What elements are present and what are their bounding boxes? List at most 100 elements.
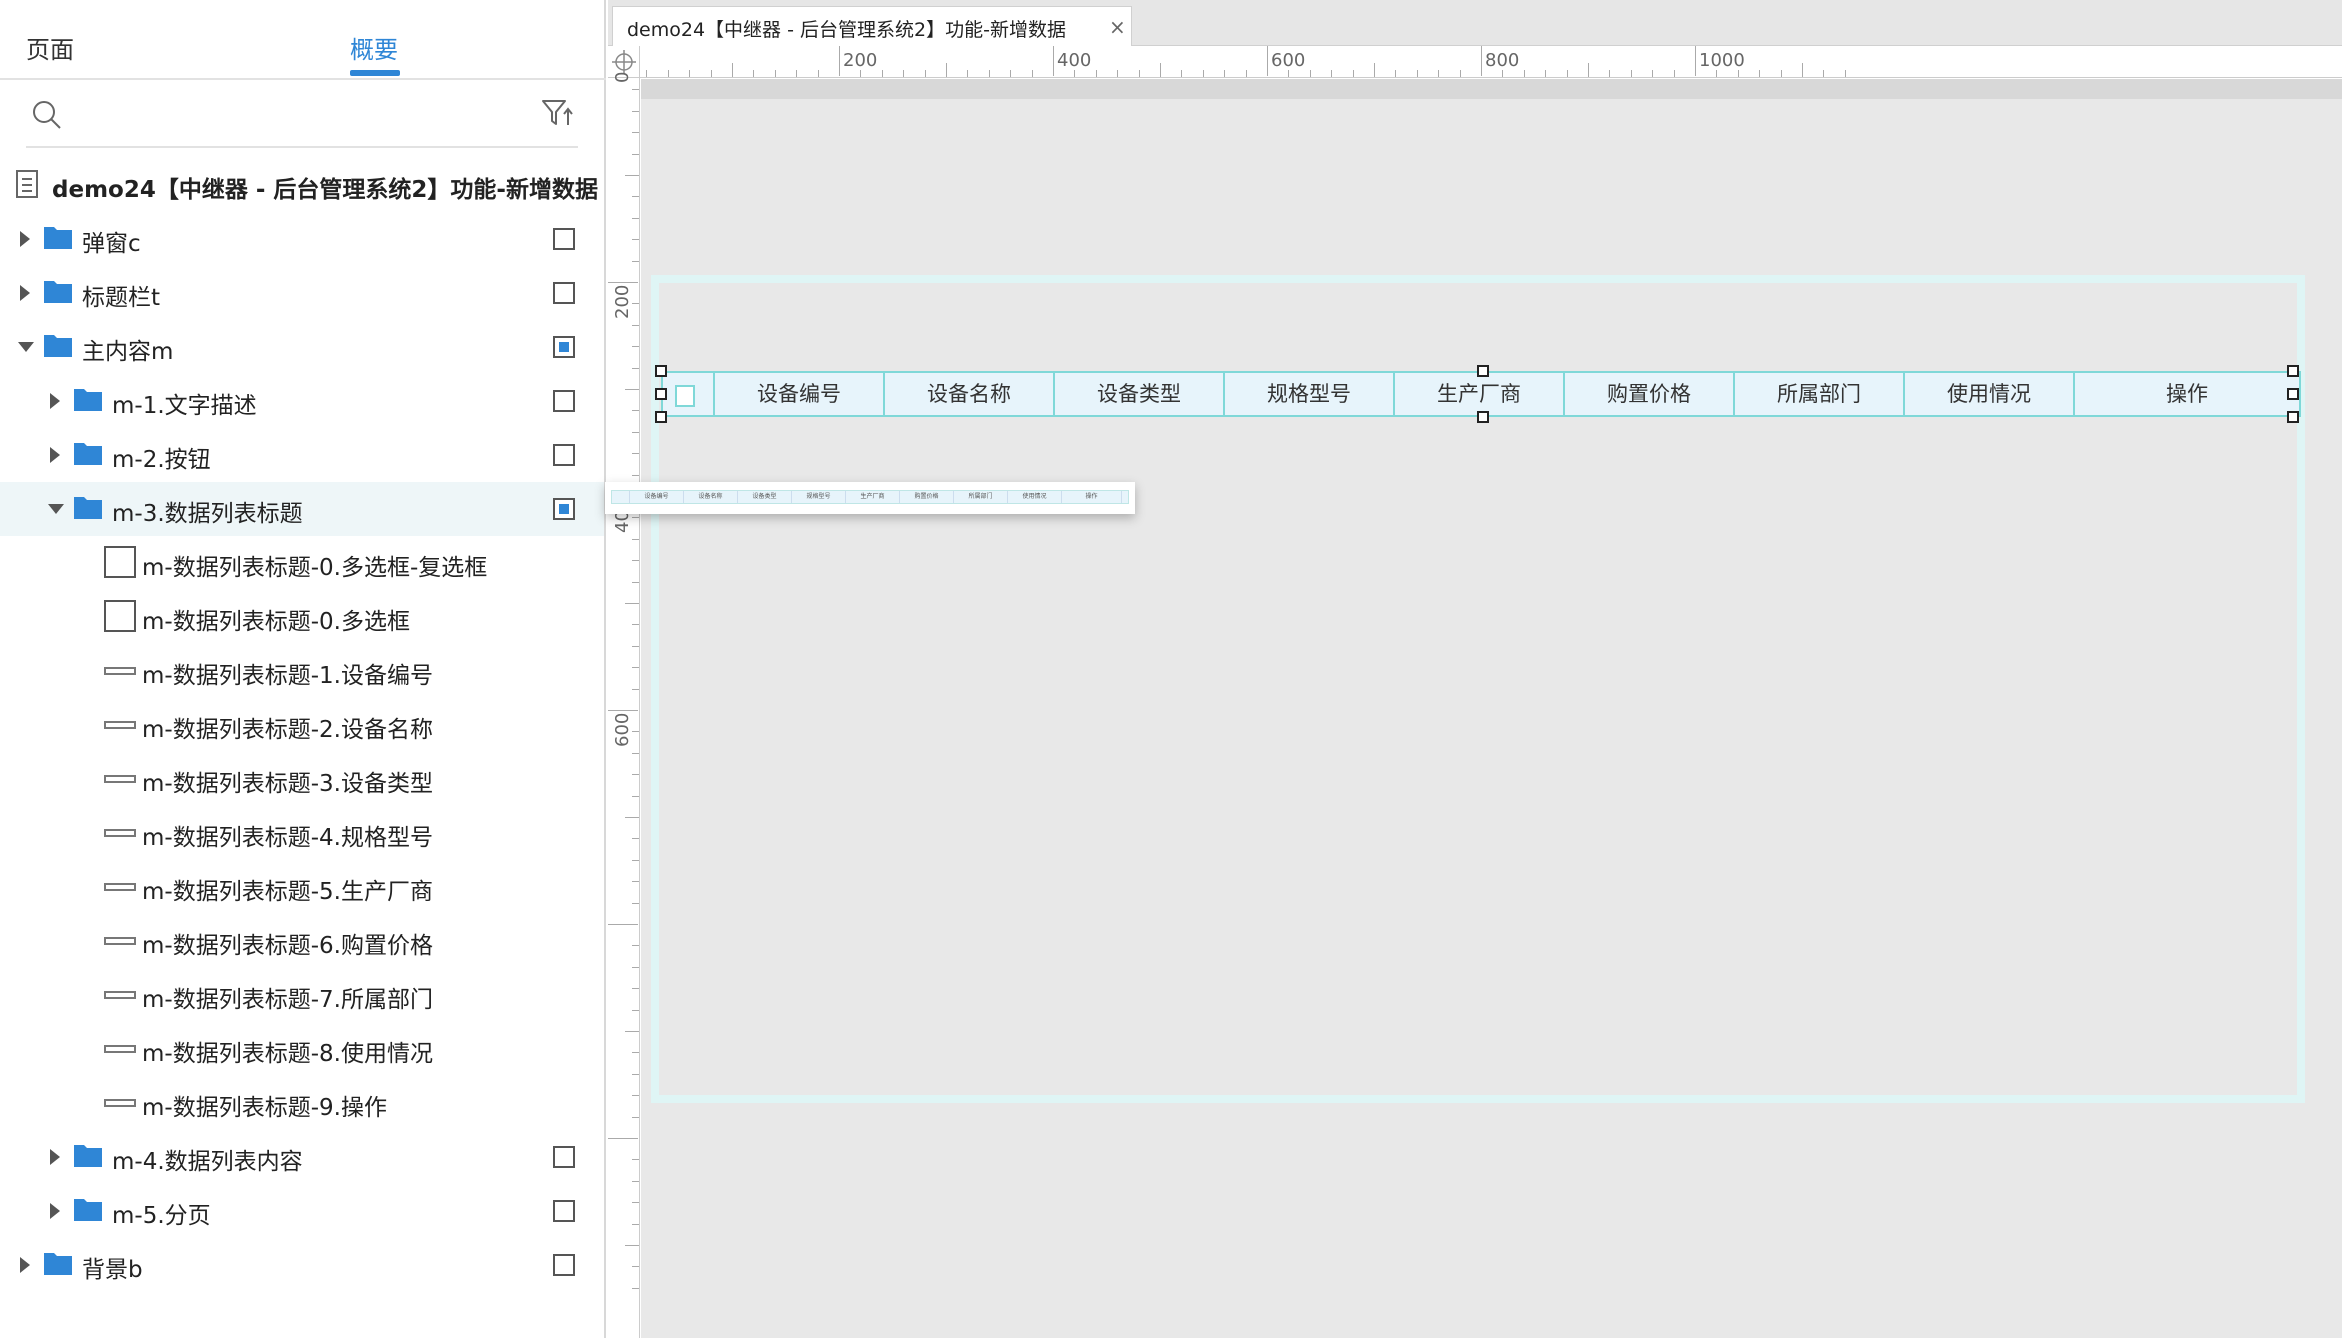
horizontal-scrollbar[interactable] [641, 79, 2342, 99]
ruler-tick [632, 902, 639, 904]
folder-icon [74, 497, 102, 519]
visibility-checkbox[interactable] [553, 390, 575, 412]
design-canvas[interactable]: 设备编号 设备名称 设备类型 规格型号 生产厂商 购置价格 所属部门 使用情况 操作 设备编号设… [605, 79, 2342, 1338]
tree-item[interactable]: m-数据列表标题-4.规格型号 [0, 806, 604, 860]
ruler-tick [632, 966, 639, 968]
data-list-header[interactable]: 设备编号 设备名称 设备类型 规格型号 生产厂商 购置价格 所属部门 使用情况 操作 [655, 365, 2301, 423]
header-column[interactable]: 规格型号 [1223, 371, 1395, 417]
caret-right-icon[interactable] [50, 1149, 60, 1165]
header-column[interactable]: 所属部门 [1733, 371, 1905, 417]
document-tab-bar: demo24【中继器 - 后台管理系统2】功能-新增数据 × [608, 0, 2342, 46]
filter-icon[interactable] [540, 96, 574, 130]
header-column[interactable]: 设备名称 [883, 371, 1055, 417]
ruler-tick [632, 1052, 639, 1054]
tree-item[interactable]: m-2.按钮 [0, 428, 604, 482]
ruler-tick [632, 752, 639, 754]
tab-outline[interactable]: 概要 [350, 30, 398, 65]
resize-handle-ml[interactable] [655, 388, 667, 400]
vertical-ruler[interactable]: 0 200 400 600 [608, 72, 640, 1338]
tree-item[interactable]: m-数据列表标题-1.设备编号 [0, 644, 604, 698]
ruler-tick [1844, 70, 1846, 77]
visibility-checkbox[interactable] [553, 336, 575, 358]
resize-handle-mr[interactable] [2287, 388, 2299, 400]
tree-item[interactable]: m-数据列表标题-0.多选框-复选框 [0, 536, 604, 590]
tree-item-label: m-2.按钮 [112, 447, 211, 473]
caret-right-icon[interactable] [20, 285, 30, 301]
header-column[interactable]: 设备类型 [1053, 371, 1225, 417]
visibility-checkbox[interactable] [553, 1200, 575, 1222]
header-checkbox-cell[interactable] [661, 371, 715, 417]
header-column[interactable]: 操作 [2073, 371, 2301, 417]
ruler-tick [632, 731, 639, 733]
horizontal-ruler[interactable]: 200 400 600 800 1000 [640, 46, 2342, 78]
visibility-checkbox[interactable] [553, 282, 575, 304]
caret-down-icon[interactable] [48, 504, 64, 514]
tree-item[interactable]: 背景b [0, 1238, 604, 1292]
resize-handle-br[interactable] [2287, 411, 2299, 423]
tree-root-page[interactable]: demo24【中继器 - 后台管理系统2】功能-新增数据 [0, 158, 604, 212]
ruler-tick [632, 1116, 639, 1118]
tree-item[interactable]: m-数据列表标题-7.所属部门 [0, 968, 604, 1022]
ruler-tick [632, 667, 639, 669]
caret-right-icon[interactable] [50, 447, 60, 463]
ruler-tick [946, 63, 947, 77]
ruler-tick [632, 1095, 639, 1097]
tree-item-label: 标题栏t [82, 285, 161, 311]
ruler-tick [608, 710, 638, 711]
tab-pages[interactable]: 页面 [26, 30, 74, 65]
visibility-checkbox[interactable] [553, 444, 575, 466]
folder-icon [74, 1145, 102, 1167]
ruler-label: 600 [1271, 50, 1306, 71]
visibility-checkbox[interactable] [553, 1146, 575, 1168]
resize-handle-bm[interactable] [1477, 411, 1489, 423]
drag-preview-header: 设备编号 设备名称 设备类型 规格型号 生产厂商 购置价格 所属部门 使用情况 操作 [611, 490, 1129, 504]
tree-item-label: m-3.数据列表标题 [112, 501, 303, 527]
visibility-checkbox[interactable] [553, 228, 575, 250]
caret-down-icon[interactable] [18, 342, 34, 352]
tree-item[interactable]: 标题栏t [0, 266, 604, 320]
tree-item[interactable]: 主内容m [0, 320, 604, 374]
ruler-tick [1588, 63, 1589, 77]
ruler-tick [608, 1138, 638, 1139]
tree-item[interactable]: m-数据列表标题-9.操作 [0, 1076, 604, 1130]
resize-handle-tl[interactable] [655, 365, 667, 377]
visibility-checkbox[interactable] [553, 498, 575, 520]
search-input[interactable] [78, 98, 518, 132]
tree-item[interactable]: m-4.数据列表内容 [0, 1130, 604, 1184]
tree-item[interactable]: m-数据列表标题-2.设备名称 [0, 698, 604, 752]
caret-right-icon[interactable] [50, 1203, 60, 1219]
ruler-tick [710, 70, 712, 77]
tree-item[interactable]: m-数据列表标题-5.生产厂商 [0, 860, 604, 914]
header-column[interactable]: 设备编号 [713, 371, 885, 417]
tree-item[interactable]: m-5.分页 [0, 1184, 604, 1238]
tree-item[interactable]: m-数据列表标题-6.购置价格 [0, 914, 604, 968]
ruler-tick [1309, 70, 1311, 77]
tree-item-label: m-数据列表标题-3.设备类型 [142, 771, 433, 797]
header-column[interactable]: 购置价格 [1563, 371, 1735, 417]
document-tab[interactable]: demo24【中继器 - 后台管理系统2】功能-新增数据 × [612, 6, 1132, 46]
tree-item-label: m-数据列表标题-5.生产厂商 [142, 879, 433, 905]
resize-handle-bl[interactable] [655, 411, 667, 423]
resize-handle-tm[interactable] [1477, 365, 1489, 377]
tree-item[interactable]: m-数据列表标题-3.设备类型 [0, 752, 604, 806]
header-checkbox[interactable] [675, 385, 695, 407]
tree-item[interactable]: m-3.数据列表标题 [0, 482, 604, 536]
ruler-tick [1181, 70, 1183, 77]
caret-right-icon[interactable] [20, 1257, 30, 1273]
ruler-tick [1566, 70, 1568, 77]
ruler-tick [632, 774, 639, 776]
resize-handle-tr[interactable] [2287, 365, 2299, 377]
ruler-tick [689, 70, 691, 77]
tree-item[interactable]: m-数据列表标题-0.多选框 [0, 590, 604, 644]
visibility-checkbox[interactable] [553, 1254, 575, 1276]
ruler-tick [608, 282, 638, 283]
ruler-tick [625, 603, 639, 604]
close-icon[interactable]: × [1109, 15, 1126, 39]
caret-right-icon[interactable] [50, 393, 60, 409]
header-column[interactable]: 使用情况 [1903, 371, 2075, 417]
caret-right-icon[interactable] [20, 231, 30, 247]
tree-item[interactable]: m-数据列表标题-8.使用情况 [0, 1022, 604, 1076]
tree-item[interactable]: 弹窗c [0, 212, 604, 266]
ruler-tick [1759, 70, 1761, 77]
tree-item[interactable]: m-1.文字描述 [0, 374, 604, 428]
